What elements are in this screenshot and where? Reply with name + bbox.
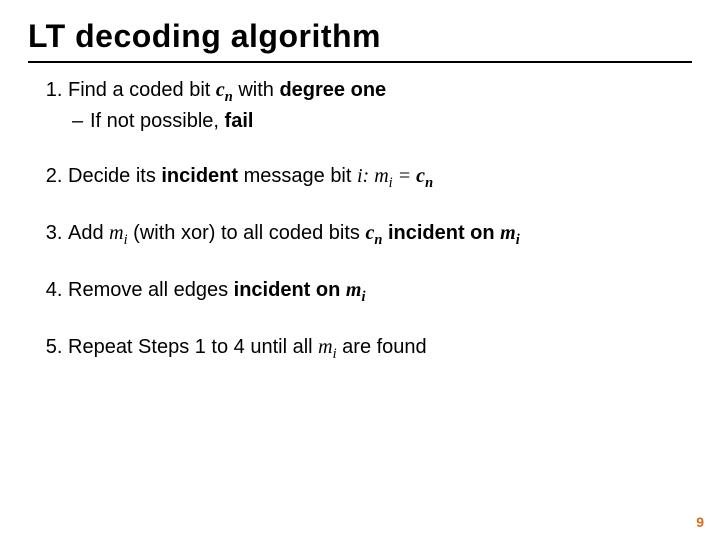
step-1-text: Find a coded bit cn with degree one [68, 79, 386, 101]
degree-one: degree one [279, 79, 386, 101]
step-2-text: Decide its incident message bit i: mi = … [68, 165, 433, 187]
step-4: Remove all edges incident on mi [68, 277, 692, 304]
m: m [109, 222, 123, 244]
incident-on: incident on [234, 279, 346, 301]
step-3-text: Add mi (with xor) to all coded bits cn i… [68, 222, 520, 244]
text: with [233, 79, 280, 101]
var-i-mi: i: mi [357, 165, 393, 187]
step-1-sub: – If not possible, fail [68, 108, 692, 135]
step-2: Decide its incident message bit i: mi = … [68, 163, 692, 190]
m: m [500, 222, 516, 244]
i-m: i: m [357, 165, 389, 187]
page-number: 9 [696, 514, 704, 530]
text: If not possible, [90, 110, 225, 132]
equals: = [393, 165, 417, 187]
dash: – [72, 108, 90, 135]
fail: fail [225, 110, 254, 132]
c: c [416, 165, 425, 187]
step-4-text: Remove all edges incident on mi [68, 279, 365, 301]
slide-title: LT decoding algorithm [28, 18, 692, 63]
var-cn: cn [216, 79, 233, 101]
text: Remove all edges [68, 279, 234, 301]
text: Decide its [68, 165, 161, 187]
text: Add [68, 222, 109, 244]
text: Repeat Steps 1 to 4 until all [68, 336, 318, 358]
step-5-text: Repeat Steps 1 to 4 until all mi are fou… [68, 336, 427, 358]
incident: incident [161, 165, 238, 187]
sub-i: i [361, 289, 365, 305]
var-cn: cn [416, 165, 433, 187]
algorithm-list: Find a coded bit cn with degree one – If… [28, 77, 692, 361]
sub-n: n [225, 89, 233, 105]
var-mi: mi [318, 336, 336, 358]
var-mi-2: mi [500, 222, 520, 244]
var-cn: cn [365, 222, 382, 244]
slide: LT decoding algorithm Find a coded bit c… [0, 0, 720, 540]
step-5: Repeat Steps 1 to 4 until all mi are fou… [68, 334, 692, 361]
text: message bit [238, 165, 357, 187]
var-mi: mi [346, 279, 366, 301]
step-3: Add mi (with xor) to all coded bits cn i… [68, 220, 692, 247]
step-1: Find a coded bit cn with degree one – If… [68, 77, 692, 135]
text: Find a coded bit [68, 79, 216, 101]
var-mi: mi [109, 222, 127, 244]
m: m [318, 336, 332, 358]
sub-i: i [516, 232, 520, 248]
c: c [216, 79, 225, 101]
m: m [346, 279, 362, 301]
text: (with xor) to all coded bits [128, 222, 366, 244]
sub-n: n [425, 175, 433, 191]
incident-on: incident on [388, 222, 500, 244]
text: are found [337, 336, 427, 358]
